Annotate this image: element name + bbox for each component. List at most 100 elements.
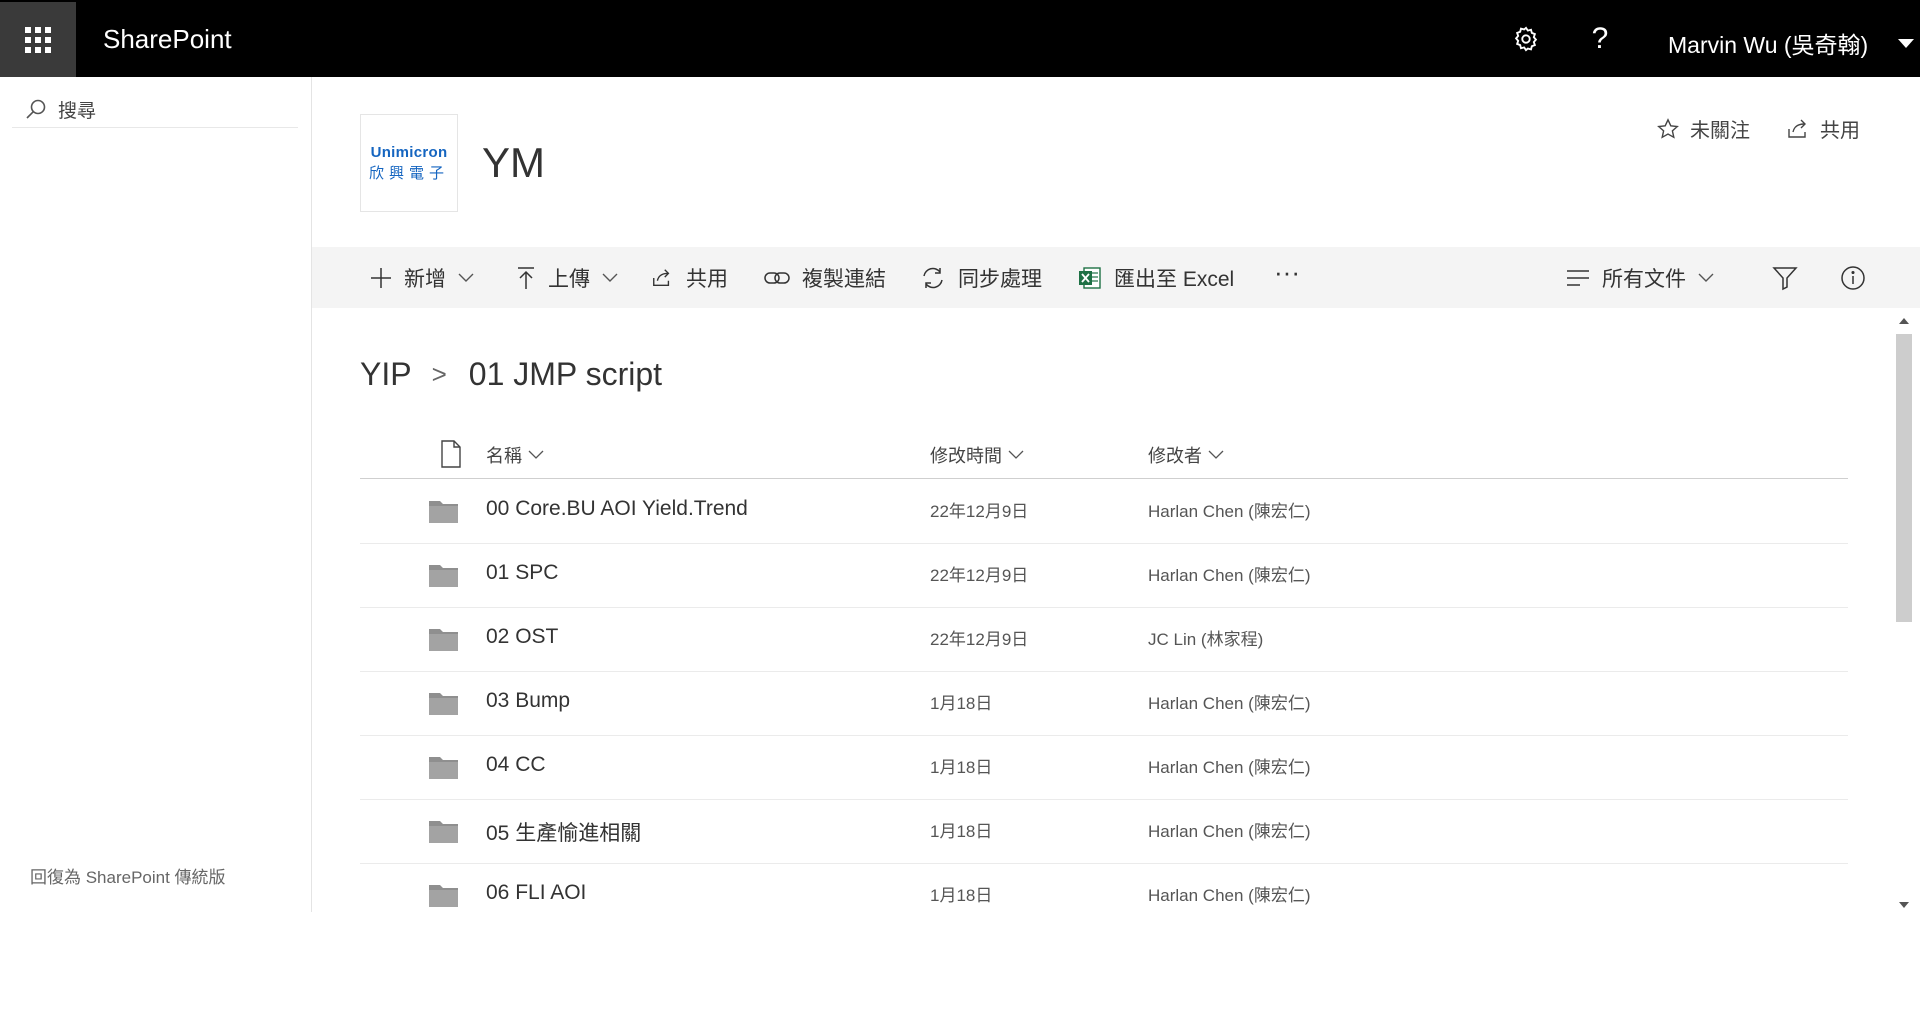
folder-icon <box>429 885 458 907</box>
modified-by: Harlan Chen (陳宏仁) <box>1148 694 1311 713</box>
upload-icon <box>518 267 534 289</box>
export-to-excel-button[interactable]: 匯出至 Excel <box>1078 263 1234 293</box>
info-icon <box>1841 266 1865 290</box>
folder-icon <box>429 821 458 843</box>
copy-link-button[interactable]: 複製連結 <box>764 263 886 293</box>
file-type-column-header[interactable] <box>434 440 462 468</box>
modified-by-column-header[interactable]: 修改者 <box>1148 442 1224 468</box>
file-name-link[interactable]: 02 OST <box>486 625 558 649</box>
folder-icon <box>429 565 458 587</box>
file-name-link[interactable]: 04 CC <box>486 753 546 777</box>
table-row[interactable]: 02 OST 22年12月9日 JC Lin (林家程) <box>360 607 1848 672</box>
search-placeholder: 搜尋 <box>58 100 97 122</box>
modified-date: 1月18日 <box>930 694 993 713</box>
help-button[interactable]: ? <box>1580 20 1620 58</box>
file-name-link[interactable]: 00 Core.BU AOI Yield.Trend <box>486 497 748 521</box>
table-row[interactable]: 03 Bump 1月18日 Harlan Chen (陳宏仁) <box>360 671 1848 736</box>
modified-by: Harlan Chen (陳宏仁) <box>1148 886 1311 905</box>
link-icon <box>764 272 790 284</box>
chevron-down-icon <box>602 273 618 282</box>
search-icon <box>26 99 46 119</box>
scroll-up-arrow-icon[interactable] <box>1899 318 1909 324</box>
filter-icon <box>1772 267 1798 291</box>
chevron-down-icon <box>458 273 474 282</box>
logo-text-english: Unimicron <box>370 143 448 161</box>
file-name-link[interactable]: 05 生產愉進相關 <box>486 817 641 847</box>
table-row[interactable]: 06 FLI AOI 1月18日 Harlan Chen (陳宏仁) <box>360 863 1848 912</box>
share-label: 共用 <box>1820 120 1860 142</box>
more-icon: ··· <box>1274 256 1300 287</box>
modified-by: Harlan Chen (陳宏仁) <box>1148 502 1311 521</box>
share-label: 共用 <box>686 268 728 291</box>
table-row[interactable]: 00 Core.BU AOI Yield.Trend 22年12月9日 Harl… <box>360 479 1848 544</box>
follow-label: 未關注 <box>1690 120 1750 142</box>
upload-button[interactable]: 上傳 <box>516 263 618 293</box>
file-name-link[interactable]: 01 SPC <box>486 561 558 585</box>
breadcrumb-current: 01 JMP script <box>468 356 663 392</box>
modified-by: Harlan Chen (陳宏仁) <box>1148 758 1311 777</box>
chevron-down-icon <box>1008 450 1024 459</box>
view-list-icon <box>1567 270 1589 286</box>
table-row[interactable]: 05 生產愉進相關 1月18日 Harlan Chen (陳宏仁) <box>360 799 1848 864</box>
return-to-classic-link[interactable]: 回復為 SharePoint 傳統版 <box>30 863 226 888</box>
info-pane-button[interactable] <box>1840 263 1878 293</box>
sync-button[interactable]: 同步處理 <box>920 263 1042 293</box>
vertical-scrollbar[interactable] <box>1894 310 1914 912</box>
suite-bar: SharePoint ? Marvin Wu (吳奇翰) <box>0 0 1920 77</box>
caret-down-icon <box>1898 38 1915 48</box>
list-header: 名稱 修改時間 修改者 <box>360 432 1848 479</box>
table-row[interactable]: 01 SPC 22年12月9日 Harlan Chen (陳宏仁) <box>360 543 1848 608</box>
breadcrumb: YIP > 01 JMP script <box>360 356 662 393</box>
app-launcher-button[interactable] <box>0 2 76 77</box>
modified-date: 1月18日 <box>930 758 993 777</box>
copy-link-label: 複製連結 <box>802 268 886 291</box>
follow-button[interactable]: 未關注 <box>1656 114 1750 143</box>
modified-column-header[interactable]: 修改時間 <box>930 442 1024 468</box>
export-label: 匯出至 Excel <box>1114 268 1235 291</box>
scrollbar-thumb[interactable] <box>1896 334 1912 622</box>
page-bottom-area <box>0 912 1920 1018</box>
site-title[interactable]: YM <box>482 139 545 187</box>
modified-by: Harlan Chen (陳宏仁) <box>1148 566 1311 585</box>
view-switcher-button[interactable]: 所有文件 <box>1566 263 1714 293</box>
chevron-down-icon <box>1208 450 1224 459</box>
file-name-link[interactable]: 06 FLI AOI <box>486 881 586 905</box>
breadcrumb-separator-icon: > <box>431 359 447 389</box>
sync-icon <box>923 267 943 289</box>
breadcrumb-root[interactable]: YIP <box>360 356 412 393</box>
name-column-header[interactable]: 名稱 <box>486 442 544 468</box>
excel-icon <box>1079 267 1101 289</box>
folder-icon <box>429 501 458 523</box>
sync-label: 同步處理 <box>958 268 1042 291</box>
app-name-link[interactable]: SharePoint <box>103 24 232 55</box>
share-icon <box>653 269 670 287</box>
site-logo[interactable]: Unimicron 欣興電子 <box>360 114 458 212</box>
modified-by-column-label: 修改者 <box>1148 446 1202 466</box>
waffle-icon <box>25 26 51 53</box>
modified-by: JC Lin (林家程) <box>1148 630 1264 649</box>
more-options-button[interactable]: ··· <box>1274 257 1300 287</box>
filter-button[interactable] <box>1772 263 1810 293</box>
new-button[interactable]: 新增 <box>370 263 474 293</box>
modified-date: 1月18日 <box>930 886 993 905</box>
scroll-down-arrow-icon[interactable] <box>1899 902 1909 908</box>
table-row[interactable]: 04 CC 1月18日 Harlan Chen (陳宏仁) <box>360 735 1848 800</box>
file-name-link[interactable]: 03 Bump <box>486 689 570 713</box>
modified-date: 22年12月9日 <box>930 566 1029 585</box>
modified-date: 22年12月9日 <box>930 630 1029 649</box>
star-icon <box>1657 117 1679 139</box>
share-button[interactable]: 共用 <box>650 263 728 293</box>
user-menu-button[interactable]: Marvin Wu (吳奇翰) <box>1668 26 1915 60</box>
chevron-down-icon <box>528 450 544 459</box>
logo-text-chinese: 欣興電子 <box>368 164 449 182</box>
plus-icon <box>371 268 391 288</box>
gear-icon <box>1514 26 1538 52</box>
help-icon: ? <box>1591 22 1609 55</box>
share-site-button[interactable]: 共用 <box>1786 114 1860 143</box>
settings-button[interactable] <box>1506 20 1546 58</box>
chevron-down-icon <box>1698 273 1714 282</box>
search-box[interactable]: 搜尋 <box>12 91 298 128</box>
share-icon <box>1788 119 1806 138</box>
left-navigation: 搜尋 回復為 SharePoint 傳統版 <box>0 77 312 912</box>
folder-icon <box>429 693 458 715</box>
